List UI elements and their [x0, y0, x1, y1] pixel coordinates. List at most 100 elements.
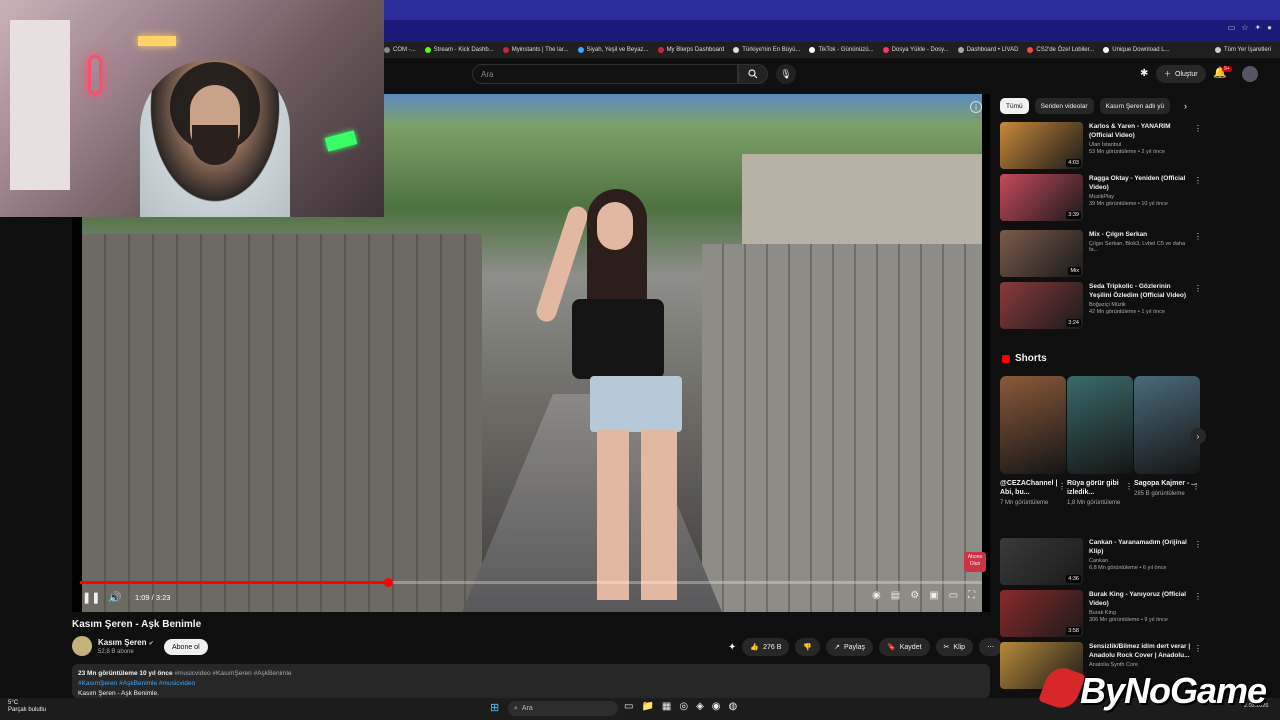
- recommendation-item[interactable]: 4:03 Karlos & Yaren - YANARIM (Official V…: [1000, 122, 1204, 172]
- recommendation-thumbnail[interactable]: 3:39: [1000, 174, 1083, 221]
- recommendation-title[interactable]: Karlos & Yaren - YANARIM (Official Video…: [1089, 122, 1193, 140]
- recommendation-item[interactable]: 3:24 Seda Tripkolic - Gözlerinin Yeşilini…: [1000, 282, 1204, 332]
- settings-icon[interactable]: ⚙: [910, 590, 919, 601]
- folder-icon[interactable]: 📁: [641, 701, 653, 712]
- bookmark-item[interactable]: My Blerps Dashboard: [657, 47, 724, 53]
- more-vertical-icon[interactable]: ⋮: [1194, 644, 1202, 653]
- recommendation-item[interactable]: 3:58 Burak King - Yanıyoruz (Official Vid…: [1000, 590, 1204, 640]
- theater-mode-icon[interactable]: ▭: [949, 590, 958, 601]
- windows-start-icon[interactable]: ⊞: [490, 701, 499, 714]
- recommendation-item[interactable]: Mix Mix - Çılgın Serkan Çılgın Serkan, Blo…: [1000, 230, 1204, 280]
- recommendation-title[interactable]: Ragga Oktay - Yeniden (Official Video): [1089, 174, 1193, 192]
- taskbar-search[interactable]: ⌕ Ara: [508, 701, 618, 716]
- shorts-next-button[interactable]: ›: [1190, 428, 1206, 444]
- task-view-icon[interactable]: ▭: [624, 701, 633, 712]
- subtitles-icon[interactable]: ▤: [891, 590, 900, 601]
- progress-scrubber[interactable]: [384, 578, 393, 587]
- short-title[interactable]: @CEZAChannel | Abi, bu...: [1000, 479, 1066, 497]
- dislike-button[interactable]: 👎: [795, 638, 821, 656]
- weather-widget[interactable]: 5°C Parçalı bulutlu: [8, 700, 46, 714]
- filter-chip[interactable]: Tümü: [1000, 98, 1029, 114]
- clip-button[interactable]: ✂ Klip: [935, 638, 974, 656]
- more-vertical-icon[interactable]: ⋮: [1194, 176, 1202, 185]
- recommendation-title[interactable]: Sensizlik/Bilmez idim dert verar | Anado…: [1089, 642, 1193, 660]
- bookmark-item[interactable]: Dashboard • LIVAD: [957, 47, 1018, 53]
- discord-icon[interactable]: ◉: [712, 701, 721, 712]
- app-icon-2[interactable]: ◍: [729, 701, 738, 712]
- more-vertical-icon[interactable]: ⋮: [1194, 592, 1202, 601]
- short-thumbnail[interactable]: [1134, 376, 1200, 474]
- more-vertical-icon[interactable]: ⋮: [1125, 482, 1133, 491]
- bookmark-item[interactable]: Türkiye'nin En Büyü...: [733, 47, 800, 53]
- recommendation-thumbnail[interactable]: 4:03: [1000, 122, 1083, 169]
- bookmark-item[interactable]: Tüm Yer İşaretleri: [1214, 47, 1271, 53]
- autoplay-toggle-icon[interactable]: ◉: [872, 590, 881, 601]
- video-description[interactable]: 23 Mn görüntüleme 10 yıl önce #musicvide…: [72, 664, 990, 698]
- short-thumbnail[interactable]: [1067, 376, 1133, 474]
- recommendation-title[interactable]: Mix - Çılgın Serkan: [1089, 230, 1193, 239]
- subscribe-button[interactable]: Abone ol: [164, 639, 208, 655]
- microphone-button[interactable]: 🎙: [776, 64, 796, 84]
- short-thumbnail[interactable]: [1000, 376, 1066, 474]
- bookmark-item[interactable]: COM -...: [384, 47, 416, 53]
- more-actions-button[interactable]: ⋯: [979, 638, 1003, 656]
- recommendation-channel[interactable]: Burak King: [1089, 610, 1193, 616]
- app-icon[interactable]: ◈: [696, 701, 704, 712]
- account-avatar[interactable]: [1242, 66, 1258, 82]
- short-item[interactable]: Rüya görür gibi izledik... 1,8 Mn görüntü…: [1067, 376, 1133, 507]
- subscribe-watermark[interactable]: Abone Olun: [964, 552, 986, 572]
- create-button[interactable]: ＋ Oluştur: [1156, 65, 1206, 83]
- filter-chip[interactable]: Kasım Şeren adlı yü: [1099, 98, 1171, 114]
- star-icon[interactable]: ☆: [1241, 23, 1248, 32]
- bookmark-item[interactable]: Unique Download L...: [1103, 47, 1170, 53]
- recommendation-thumbnail[interactable]: 3:58: [1000, 590, 1083, 637]
- miniplayer-icon[interactable]: ▣: [929, 590, 938, 601]
- share-button[interactable]: ↗ Paylaş: [826, 638, 874, 656]
- bookmark-item[interactable]: Stream - Kick Dashb...: [424, 47, 494, 53]
- more-vertical-icon[interactable]: ⋮: [1194, 540, 1202, 549]
- more-vertical-icon[interactable]: ⋮: [1194, 232, 1202, 241]
- bookmark-item[interactable]: TikTok - Gününüzü...: [809, 47, 874, 53]
- chevron-right-icon[interactable]: ›: [1184, 101, 1187, 111]
- chrome-icon[interactable]: ◎: [679, 701, 688, 712]
- bookmark-item[interactable]: Myinstants | The lar...: [502, 47, 569, 53]
- bookmark-item[interactable]: Siyah, Yeşil ve Beyaz...: [577, 47, 649, 53]
- more-vertical-icon[interactable]: ⋮: [1192, 482, 1200, 491]
- recommendation-title[interactable]: Seda Tripkolic - Gözlerinin Yeşilini Özl…: [1089, 282, 1193, 300]
- profile-icon[interactable]: ●: [1267, 23, 1272, 32]
- store-icon[interactable]: ▦: [662, 701, 671, 712]
- recommendation-item[interactable]: 4:36 Cankan - Yaranamadım (Orijinal Klip)…: [1000, 538, 1204, 588]
- search-button[interactable]: [738, 64, 768, 84]
- pause-icon[interactable]: ❚❚: [82, 591, 100, 604]
- recommendation-channel[interactable]: Anatolia Synth Core: [1089, 662, 1193, 668]
- puzzle-icon[interactable]: ✱: [1140, 68, 1148, 79]
- short-title[interactable]: Sagopa Kajmer - ...: [1134, 479, 1200, 488]
- recommendation-channel[interactable]: MuzikPlay: [1089, 194, 1193, 200]
- recommendation-channel[interactable]: Boğaziçi Müzik: [1089, 302, 1193, 308]
- gift-icon[interactable]: ✦: [728, 642, 736, 653]
- recommendation-thumbnail[interactable]: Mix: [1000, 230, 1083, 277]
- short-title[interactable]: Rüya görür gibi izledik...: [1067, 479, 1133, 497]
- channel-avatar[interactable]: [72, 636, 92, 656]
- more-vertical-icon[interactable]: ⋮: [1194, 124, 1202, 133]
- recommendation-title[interactable]: Cankan - Yaranamadım (Orijinal Klip): [1089, 538, 1193, 556]
- like-button[interactable]: 👍 276 B: [742, 638, 790, 656]
- channel-name[interactable]: Kasım Şeren ✔: [98, 638, 154, 647]
- recommendation-channel[interactable]: Çılgın Serkan, Blok3, Lvbel C5 ve daha f…: [1089, 241, 1193, 253]
- bookmark-item[interactable]: Dosya Yükle - Dosy...: [882, 47, 949, 53]
- recommendation-channel[interactable]: Ulan İstanbul: [1089, 142, 1193, 148]
- recommendation-thumbnail[interactable]: 3:24: [1000, 282, 1083, 329]
- bookmark-item[interactable]: CS2'de Özel Lobiler...: [1027, 47, 1094, 53]
- fullscreen-icon[interactable]: ⛶: [968, 590, 975, 601]
- extension-icon[interactable]: ✦: [1254, 23, 1261, 32]
- filter-chip[interactable]: Seriden videolar: [1034, 98, 1094, 114]
- more-vertical-icon[interactable]: ⋮: [1058, 482, 1066, 491]
- more-vertical-icon[interactable]: ⋮: [1194, 284, 1202, 293]
- recommendation-title[interactable]: Burak King - Yanıyoruz (Official Video): [1089, 590, 1193, 608]
- recommendation-channel[interactable]: Cankan: [1089, 558, 1193, 564]
- recommendation-item[interactable]: 3:39 Ragga Oktay - Yeniden (Official Vide…: [1000, 174, 1204, 224]
- volume-icon[interactable]: 🔊: [108, 591, 122, 604]
- search-input[interactable]: Ara: [472, 64, 738, 84]
- info-icon[interactable]: i: [970, 101, 982, 113]
- save-button[interactable]: 🔖 Kaydet: [879, 638, 930, 656]
